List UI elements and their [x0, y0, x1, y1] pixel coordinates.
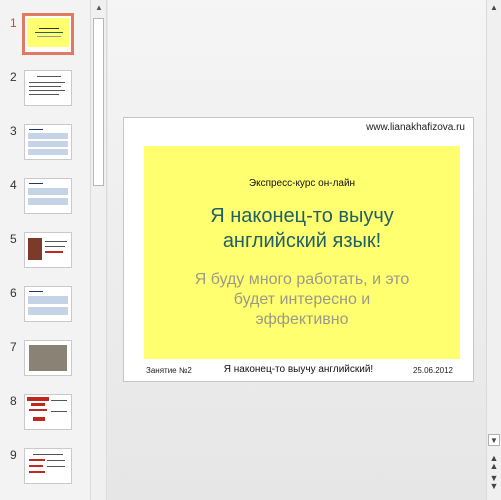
editor-scrollbar[interactable]: ▲ ▼ ▲ ▲ ▼ ▼	[486, 0, 501, 500]
slide-body-line: эффективно	[255, 311, 349, 328]
slide-title: Я наконец-то выучу английский язык!	[144, 204, 460, 254]
slide-thumbnail-4[interactable]: 4	[0, 178, 90, 226]
slide-preview	[24, 340, 72, 376]
slide-number: 4	[10, 178, 17, 192]
slide-thumbnail-6[interactable]: 6	[0, 286, 90, 334]
slide-preview	[24, 394, 72, 430]
slide-thumbnail-2[interactable]: 2	[0, 70, 90, 118]
slide-preview	[24, 124, 72, 160]
slide-thumbnail-8[interactable]: 8	[0, 394, 90, 442]
slide-thumbnail-3[interactable]: 3	[0, 124, 90, 172]
slide-preview	[22, 13, 74, 55]
slide-preview	[24, 232, 72, 268]
scroll-down-icon[interactable]: ▼	[488, 434, 500, 446]
previous-slide-icon[interactable]: ▲ ▲	[488, 454, 500, 471]
next-slide-icon[interactable]: ▼ ▼	[488, 474, 500, 491]
scroll-up-icon[interactable]: ▲	[94, 3, 104, 13]
scrollbar-thumb[interactable]	[93, 18, 104, 186]
slide-number: 9	[10, 448, 17, 462]
current-slide[interactable]: www.lianakhafizova.ru Экспресс-курс он-л…	[123, 117, 474, 382]
slide-subtitle: Экспресс-курс он-лайн	[248, 178, 356, 189]
scroll-up-icon[interactable]: ▲	[488, 2, 500, 14]
slide-preview	[24, 70, 72, 106]
slide-thumbnail-5[interactable]: 5	[0, 232, 90, 280]
slide-title-line: Я наконец-то выучу	[210, 205, 394, 227]
slide-number: 5	[10, 232, 17, 246]
slide-body-line: будет интересно и	[233, 291, 371, 308]
slide-preview	[24, 286, 72, 322]
slide-preview	[24, 178, 72, 214]
slide-title-line: английский язык!	[222, 230, 382, 252]
slide-number: 3	[10, 124, 17, 138]
slide-number: 8	[10, 394, 17, 408]
slide-thumbnail-9[interactable]: 9	[0, 448, 90, 496]
slide-number: 1	[10, 16, 17, 30]
website-text: www.lianakhafizova.ru	[366, 122, 465, 133]
slide-thumbnail-1[interactable]: 1	[0, 13, 90, 64]
thumbnail-scrollbar[interactable]: ▲	[90, 0, 107, 500]
slide-thumbnail-pane[interactable]: 1 2 3 4 5 6 7 8 9	[0, 0, 90, 500]
footer-date: 25.06.2012	[412, 366, 453, 375]
slide-preview	[24, 448, 72, 484]
slide-number: 6	[10, 286, 17, 300]
slide-thumbnail-7[interactable]: 7	[0, 340, 90, 388]
slide-number: 7	[10, 340, 17, 354]
slide-body-line: Я буду много работать, и это	[194, 271, 410, 288]
slide-number: 2	[10, 70, 17, 84]
slide-content-box: Экспресс-курс он-лайн Я наконец-то выучу…	[144, 146, 460, 359]
slide-body-text: Я буду много работать, и это будет интер…	[144, 270, 460, 330]
